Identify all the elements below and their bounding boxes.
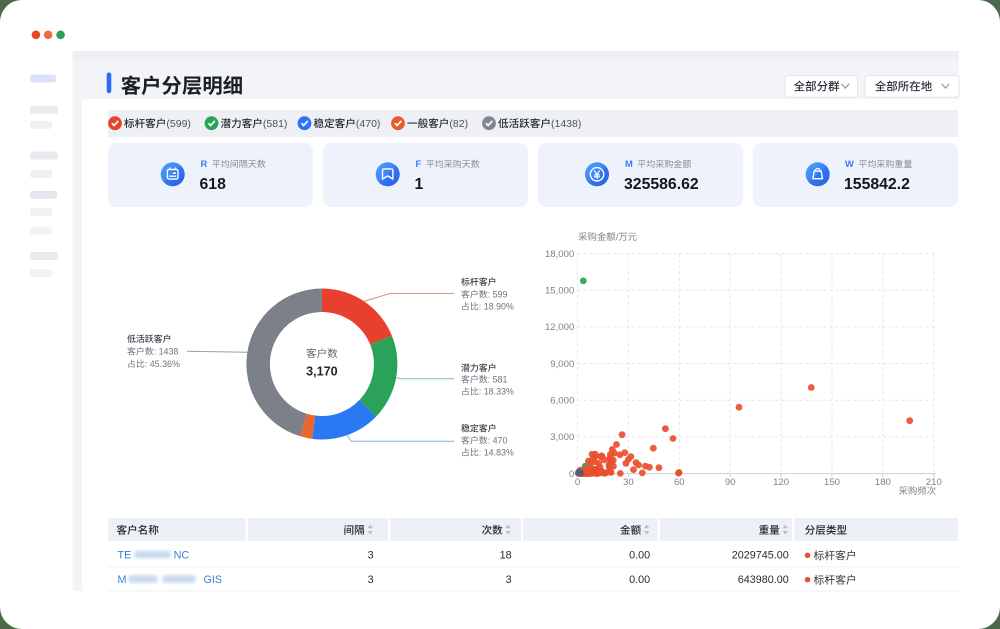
svg-text:3: 3 <box>368 550 374 562</box>
svg-text:W: W <box>845 158 854 169</box>
svg-text:: 14.83%: : 14.83% <box>479 448 514 458</box>
svg-text:150: 150 <box>824 477 840 488</box>
svg-text:618: 618 <box>200 176 227 193</box>
svg-text:0.00: 0.00 <box>629 550 650 562</box>
svg-text:643980.00: 643980.00 <box>738 574 789 586</box>
svg-text:R: R <box>201 158 208 169</box>
svg-text:: 45.36%: : 45.36% <box>145 359 180 369</box>
svg-text:M: M <box>118 574 127 586</box>
svg-text:0.00: 0.00 <box>629 574 650 586</box>
svg-text:1: 1 <box>415 176 424 193</box>
svg-text:18: 18 <box>500 550 512 562</box>
svg-text:: 581: : 581 <box>488 375 508 385</box>
svg-text:M: M <box>625 158 633 169</box>
svg-text:12,000: 12,000 <box>545 322 574 333</box>
svg-text:3: 3 <box>506 574 512 586</box>
svg-text:325586.62: 325586.62 <box>624 176 699 193</box>
svg-text:NC: NC <box>174 550 190 562</box>
svg-text:(470): (470) <box>356 118 381 130</box>
svg-text:: 18.33%: : 18.33% <box>479 387 514 397</box>
svg-text:120: 120 <box>773 477 789 488</box>
svg-text:15,000: 15,000 <box>545 285 574 296</box>
svg-text:2029745.00: 2029745.00 <box>732 550 789 562</box>
svg-text:90: 90 <box>725 477 736 488</box>
svg-text:(581): (581) <box>263 118 288 130</box>
svg-text:TE: TE <box>118 550 132 562</box>
svg-text:F: F <box>416 158 422 169</box>
svg-text:: 18.90%: : 18.90% <box>479 302 514 312</box>
svg-text:(82): (82) <box>449 118 468 130</box>
svg-text:(599): (599) <box>166 118 191 130</box>
svg-text:9,000: 9,000 <box>550 359 574 370</box>
svg-text:0: 0 <box>575 477 580 488</box>
svg-text:: 1438: : 1438 <box>154 347 179 357</box>
svg-text:3: 3 <box>368 574 374 586</box>
svg-text:30: 30 <box>623 477 634 488</box>
svg-text:(1438): (1438) <box>551 118 581 130</box>
svg-text:/: / <box>616 231 619 242</box>
svg-text:0: 0 <box>569 469 574 480</box>
svg-text:3,000: 3,000 <box>550 432 574 443</box>
svg-text:155842.2: 155842.2 <box>844 176 910 193</box>
svg-text:6,000: 6,000 <box>550 396 574 407</box>
svg-text:GIS: GIS <box>204 574 223 586</box>
svg-text:: 470: : 470 <box>488 436 508 446</box>
svg-text:3,170: 3,170 <box>306 364 338 378</box>
svg-text:18,000: 18,000 <box>545 249 574 260</box>
svg-text:60: 60 <box>674 477 685 488</box>
svg-text:: 599: : 599 <box>488 290 508 300</box>
svg-text:180: 180 <box>875 477 891 488</box>
svg-text:210: 210 <box>926 477 942 488</box>
